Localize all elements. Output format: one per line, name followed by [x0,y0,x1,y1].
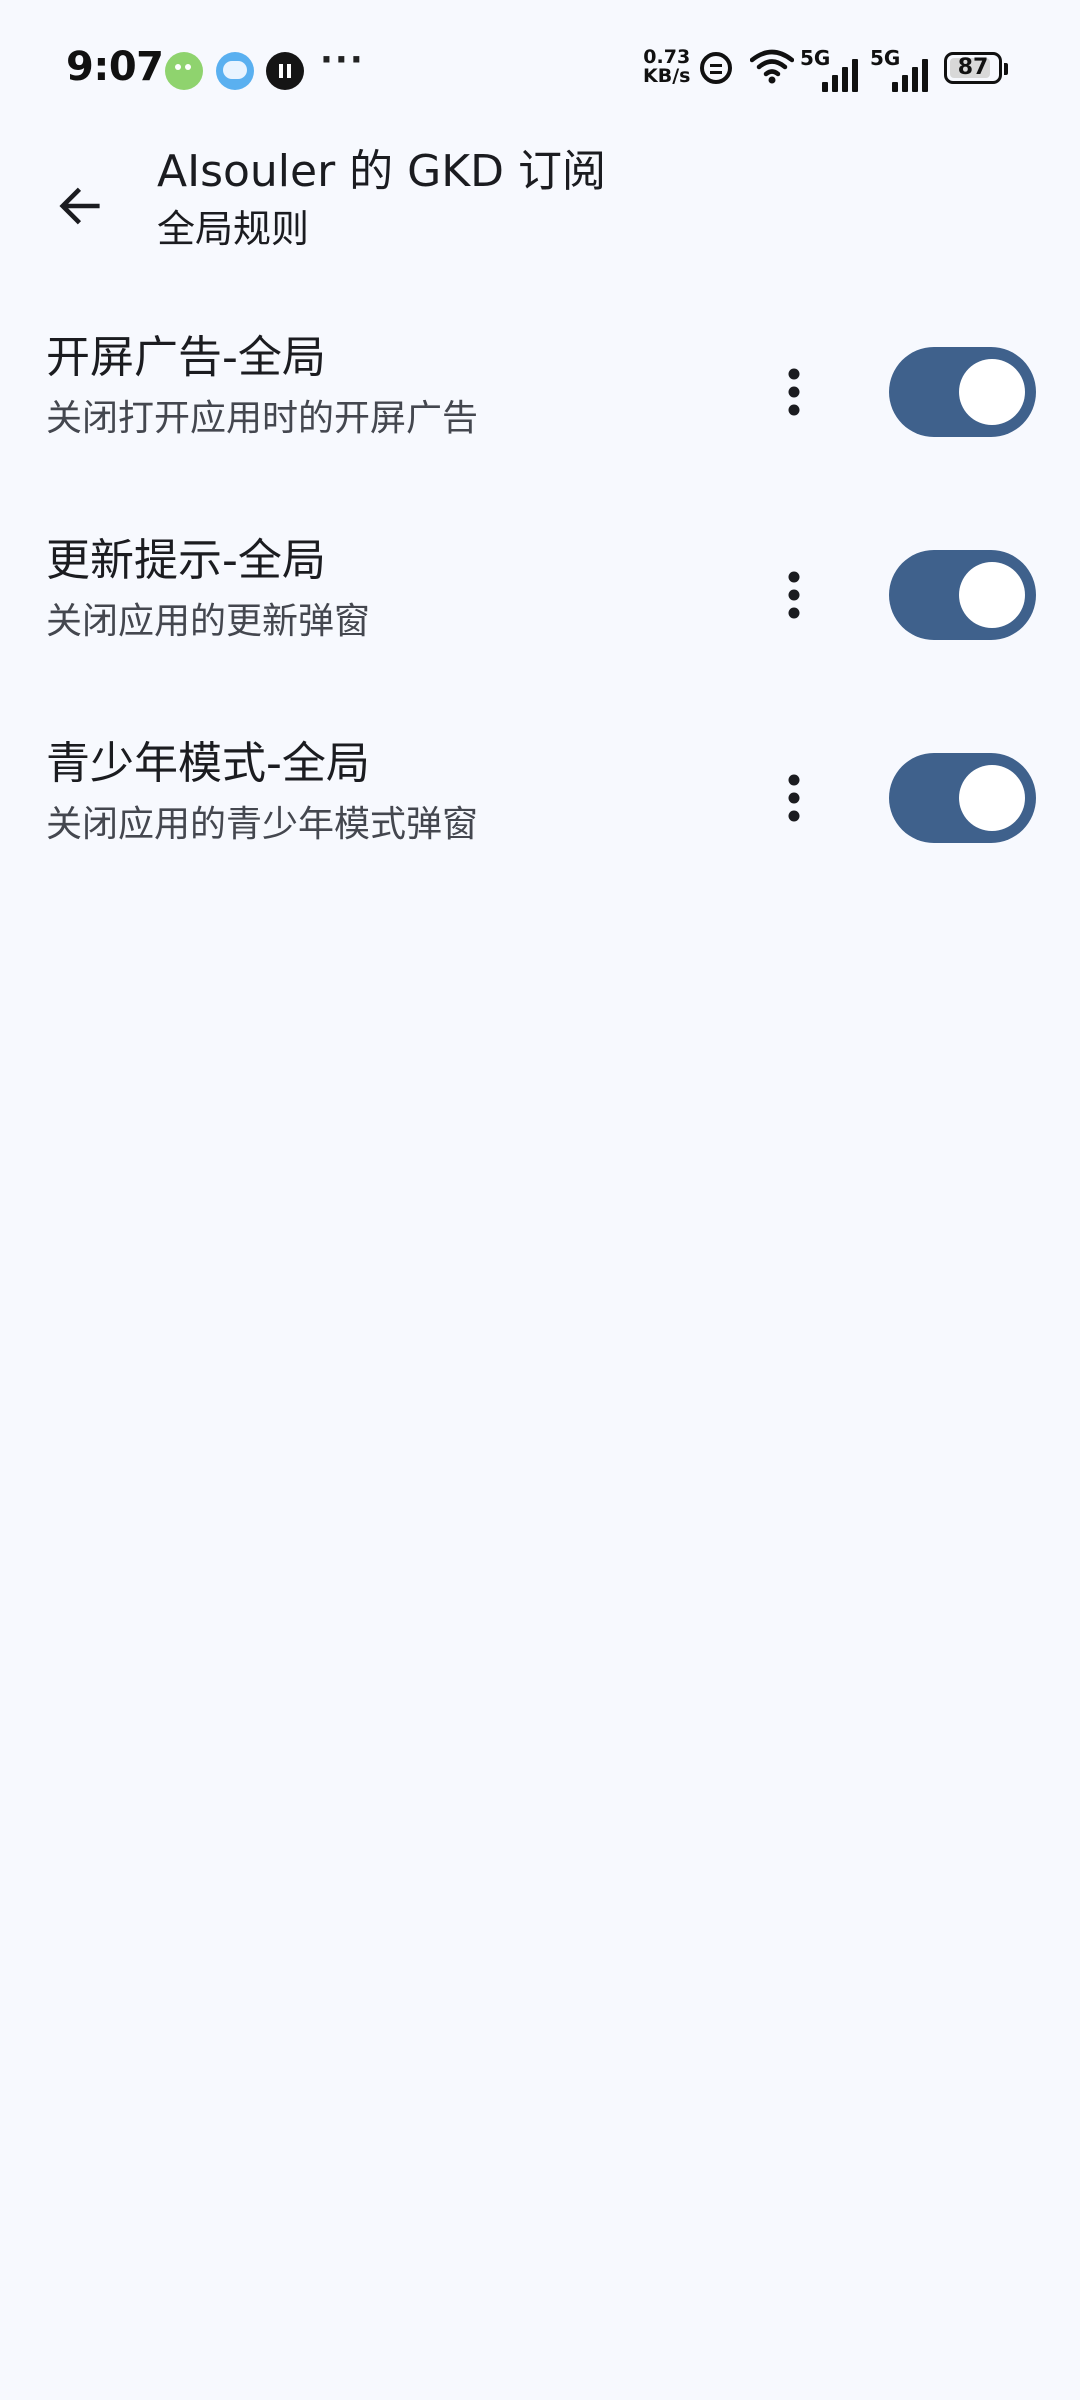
rule-toggle-switch[interactable] [889,550,1036,640]
network-speed-unit: KB/s [643,65,691,87]
back-button[interactable] [40,166,120,246]
rule-description: 关闭应用的更新弹窗 [46,601,371,642]
rule-description: 关闭打开应用时的开屏广告 [46,398,479,439]
list-item[interactable]: 开屏广告-全局 关闭打开应用时的开屏广告 [0,314,1080,517]
rule-title: 更新提示-全局 [46,535,326,586]
rule-toggle-switch[interactable] [889,347,1036,437]
list-item[interactable]: 更新提示-全局 关闭应用的更新弹窗 [0,517,1080,720]
rule-title: 青少年模式-全局 [46,738,370,789]
more-options-button[interactable] [756,557,832,633]
toggle-thumb [959,562,1025,628]
wifi-icon [750,49,794,84]
list-item[interactable]: 青少年模式-全局 关闭应用的青少年模式弹窗 [0,720,1080,923]
arrow-back-icon [59,187,100,225]
more-vert-icon [788,368,800,416]
toggle-thumb [959,765,1025,831]
chat-icon [216,52,254,90]
rule-title: 开屏广告-全局 [46,332,326,383]
battery-level: 87 [957,55,989,80]
more-options-button[interactable] [756,354,832,430]
more-vert-icon [788,571,800,619]
rule-toggle-switch[interactable] [889,753,1036,843]
page-subtitle: 全局规则 [157,207,310,251]
status-bar: 9:07 ··· 0.73 KB/s 5G 5G 87 [0,0,1080,140]
wechat-icon [165,52,203,90]
battery-icon: 87 [944,52,1008,84]
more-notifications-icon: ··· [320,40,365,80]
pause-app-icon [266,52,304,90]
more-vert-icon [788,774,800,822]
toggle-thumb [959,359,1025,425]
rule-list: 开屏广告-全局 关闭打开应用时的开屏广告 更新提示-全局 关闭应用的更新弹窗 青… [0,314,1080,923]
more-options-button[interactable] [756,760,832,836]
rule-description: 关闭应用的青少年模式弹窗 [46,804,479,845]
network-speed: 0.73 KB/s [643,48,690,86]
e-app-icon [700,52,732,84]
status-time: 9:07 [66,44,164,90]
top-app-bar: AIsouler 的 GKD 订阅 全局规则 [0,140,1080,280]
page-title: AIsouler 的 GKD 订阅 [157,146,606,197]
